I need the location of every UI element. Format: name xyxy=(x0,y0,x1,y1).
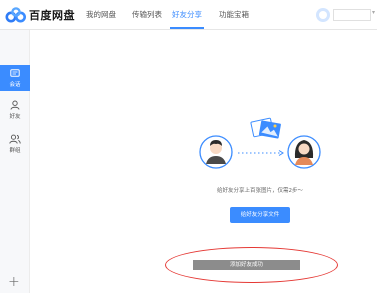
sender-avatar-icon xyxy=(199,135,233,169)
group-icon xyxy=(9,134,21,144)
sidebar-item-chat[interactable]: 会话 xyxy=(0,65,30,91)
receiver-avatar-icon xyxy=(287,135,321,169)
chat-icon xyxy=(10,68,20,77)
nav-my-disk[interactable]: 我的网盘 xyxy=(86,9,116,20)
share-illustration xyxy=(199,117,321,169)
share-file-button[interactable]: 给好友分享文件 xyxy=(230,207,290,223)
top-bar: 百度网盘 我的网盘 传输列表 好友分享 功能宝箱 ▾ xyxy=(0,0,377,30)
photos-icon xyxy=(250,117,281,139)
share-hint-text: 给好友分享上百张图片，仅需2步～ xyxy=(216,188,303,194)
person-icon xyxy=(10,100,20,110)
baidu-netdisk-logo-icon xyxy=(5,7,26,23)
sidebar-item-groups[interactable]: 群组 xyxy=(0,131,30,157)
nav-transfer-list[interactable]: 传输列表 xyxy=(132,9,162,20)
nav-toolbox[interactable]: 功能宝箱 xyxy=(219,9,249,20)
chevron-down-icon[interactable]: ▾ xyxy=(372,9,375,16)
sidebar-item-label: 好友 xyxy=(9,114,21,120)
transfer-arrow-icon xyxy=(238,150,284,156)
sidebar-item-friends[interactable]: 好友 xyxy=(0,97,30,123)
plus-icon[interactable]: + xyxy=(8,274,20,290)
app-name: 百度网盘 xyxy=(29,9,75,22)
username-field[interactable] xyxy=(333,9,371,21)
nav-friend-share[interactable]: 好友分享 xyxy=(172,9,202,20)
app-logo[interactable]: 百度网盘 xyxy=(5,6,75,24)
sidebar-item-label: 会话 xyxy=(9,81,21,88)
user-avatar[interactable] xyxy=(316,8,330,22)
toast-message: 添加好友成功 xyxy=(193,260,300,270)
sidebar-item-label: 群组 xyxy=(9,148,21,154)
sidebar: 会话 好友 群组 + xyxy=(0,30,30,293)
nav-active-indicator xyxy=(170,27,204,29)
